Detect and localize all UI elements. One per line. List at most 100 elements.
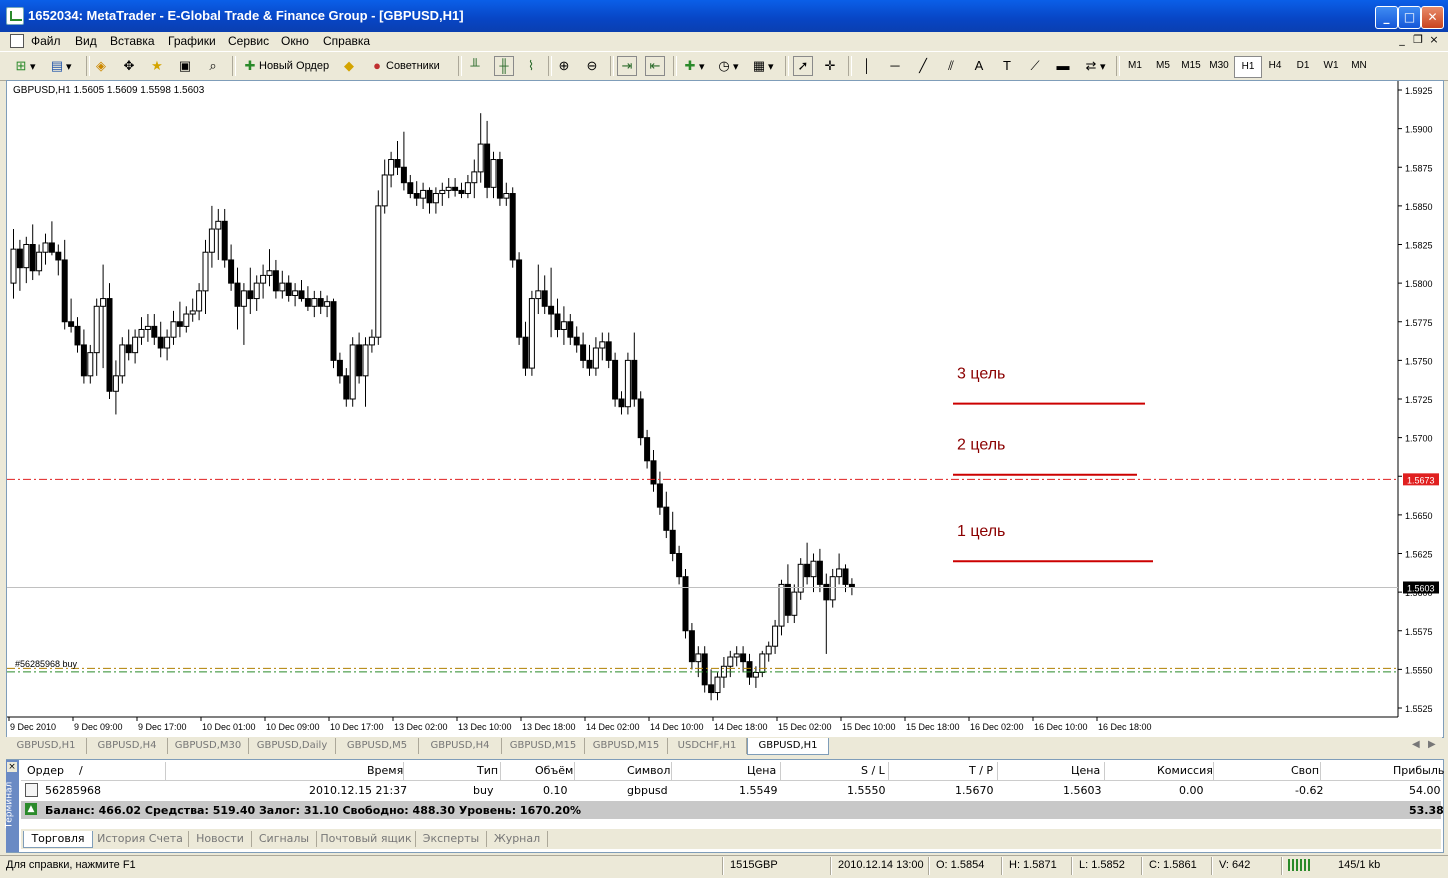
tf-m30[interactable]: M30	[1206, 56, 1232, 76]
tf-m5[interactable]: M5	[1150, 56, 1176, 76]
tab-trade[interactable]: Торговля	[23, 831, 93, 848]
col-current-price[interactable]: Цена	[1071, 764, 1100, 777]
tf-d1[interactable]: D1	[1290, 56, 1316, 76]
chart-tab[interactable]: GBPUSD,Daily	[249, 738, 336, 754]
profiles-button[interactable]: ▤ ▾	[48, 56, 72, 76]
col-order[interactable]: Ордер	[27, 764, 64, 777]
vertical-line-button[interactable]: │	[858, 56, 876, 76]
menu-charts[interactable]: Графики	[168, 34, 216, 48]
price-chart[interactable]: GBPUSD,H1 1.5605 1.5609 1.5598 1.5603 1.…	[7, 81, 1443, 737]
bull-candle	[836, 568, 843, 578]
new-order-button[interactable]: ✚ Новый Ордер	[241, 56, 330, 76]
menu-insert[interactable]: Вставка	[110, 34, 155, 48]
col-tp[interactable]: T / P	[969, 764, 993, 777]
fibo-fan-button[interactable]: ⟋	[1026, 56, 1044, 76]
balance-profit: 53.38	[1409, 804, 1444, 817]
cursor-button[interactable]: ➚	[793, 56, 813, 76]
horizontal-line-button[interactable]: ─	[886, 56, 904, 76]
fibonacci-button[interactable]: ⫽	[942, 56, 960, 76]
chart-tab[interactable]: GBPUSD,H4	[419, 738, 502, 754]
menu-window[interactable]: Окно	[281, 34, 309, 48]
rectangle-button[interactable]: ▬	[1054, 56, 1072, 76]
bull-candle	[599, 341, 606, 349]
col-profit[interactable]: Прибыль	[1393, 764, 1444, 777]
new-chart-button[interactable]: ⊞ ▾	[12, 56, 36, 76]
chart-tab[interactable]: GBPUSD,M15	[585, 738, 668, 754]
periods-button[interactable]: ◷ ▾	[715, 56, 738, 76]
bear-candle	[48, 242, 55, 253]
metaeditor-button[interactable]: ◆	[340, 56, 358, 76]
menu-help[interactable]: Справка	[323, 34, 370, 48]
col-volume[interactable]: Объём	[535, 764, 573, 777]
tab-signals[interactable]: Сигналы	[252, 831, 317, 847]
maximize-button[interactable]: □	[1398, 6, 1421, 29]
auto-scroll-button[interactable]: ⇥	[617, 56, 637, 76]
tab-scroll-left-icon[interactable]: ◀	[1412, 739, 1420, 750]
chart-tab[interactable]: GBPUSD,M15	[502, 738, 585, 754]
candlestick-button[interactable]: ╫	[494, 56, 514, 76]
text-label-button[interactable]: T	[998, 56, 1016, 76]
tf-h4[interactable]: H4	[1262, 56, 1288, 76]
favorites-button[interactable]: ★	[148, 56, 166, 76]
chart-tab-active[interactable]: GBPUSD,H1	[747, 738, 829, 755]
take-profit-badge-text: 1.5673	[1407, 475, 1435, 485]
tab-account-history[interactable]: История Счета	[92, 831, 189, 847]
menu-file[interactable]: Файл	[31, 34, 61, 48]
expert-advisors-button[interactable]: ● Советники	[368, 56, 440, 76]
chart-tab[interactable]: GBPUSD,H4	[87, 738, 168, 754]
templates-button[interactable]: ▦ ▾	[750, 56, 774, 76]
indicators-button[interactable]: ✚ ▾	[681, 56, 705, 76]
terminal-button[interactable]: ▣	[176, 56, 194, 76]
menu-view[interactable]: Вид	[75, 34, 97, 48]
line-chart-button[interactable]: ⌇	[522, 56, 540, 76]
col-sl[interactable]: S / L	[861, 764, 885, 777]
trendline-button[interactable]: ╱	[914, 56, 932, 76]
col-symbol[interactable]: Символ	[627, 764, 670, 777]
chart-shift-button[interactable]: ⇤	[645, 56, 665, 76]
x-tick-label: 10 Dec 17:00	[330, 722, 384, 732]
bull-candle	[183, 313, 190, 327]
chart-tab[interactable]: GBPUSD,M30	[168, 738, 249, 754]
mdi-close-icon[interactable]: ×	[1427, 33, 1441, 47]
menu-tools[interactable]: Сервис	[228, 34, 269, 48]
status-traffic: 145/1 kb	[1338, 859, 1381, 871]
col-time[interactable]: Время	[367, 764, 403, 777]
tab-scroll-right-icon[interactable]: ▶	[1428, 739, 1436, 750]
tab-experts[interactable]: Эксперты	[416, 831, 487, 847]
chart-tab[interactable]: USDCHF,H1	[668, 738, 747, 754]
col-commission[interactable]: Комиссия	[1157, 764, 1213, 777]
chart-tab[interactable]: GBPUSD,H1	[6, 738, 87, 754]
col-swap[interactable]: Своп	[1291, 764, 1319, 777]
col-type[interactable]: Тип	[477, 764, 498, 777]
navigator-button[interactable]: ✥	[120, 56, 138, 76]
tab-news[interactable]: Новости	[189, 831, 252, 847]
text-button[interactable]: A	[970, 56, 988, 76]
tester-button[interactable]: ⌕	[204, 56, 222, 76]
tab-mailbox[interactable]: Почтовый ящик	[317, 831, 416, 847]
tf-w1[interactable]: W1	[1318, 56, 1344, 76]
bar-chart-button[interactable]: ╨	[466, 56, 484, 76]
chart-window[interactable]: GBPUSD,H1 1.5605 1.5609 1.5598 1.5603 1.…	[6, 80, 1444, 738]
tf-m15[interactable]: M15	[1178, 56, 1204, 76]
zoom-in-button[interactable]: ⊕	[555, 56, 573, 76]
bull-candle	[695, 653, 702, 663]
chart-tab[interactable]: GBPUSD,M5	[336, 738, 419, 754]
order-row[interactable]: 56285968 2010.12.15 21:37 buy 0.10 gbpus…	[21, 781, 1441, 799]
terminal-close-icon[interactable]: ×	[7, 762, 17, 772]
zoom-out-button[interactable]: ⊖	[583, 56, 601, 76]
market-watch-button[interactable]: ◈	[92, 56, 110, 76]
crosshair-button[interactable]: ✛	[821, 56, 839, 76]
bull-candle	[560, 321, 567, 330]
mdi-restore-icon[interactable]: ❐	[1411, 33, 1425, 47]
minimize-button[interactable]: _	[1375, 6, 1398, 29]
mdi-minimize-icon[interactable]: _	[1395, 33, 1409, 47]
arrows-button[interactable]: ⇄ ▾	[1082, 56, 1106, 76]
col-price[interactable]: Цена	[747, 764, 776, 777]
tf-m1[interactable]: M1	[1122, 56, 1148, 76]
bear-candle	[298, 290, 305, 300]
bear-candle	[688, 630, 695, 663]
tf-mn[interactable]: MN	[1346, 56, 1372, 76]
tf-h1[interactable]: H1	[1234, 56, 1262, 78]
close-button[interactable]: ✕	[1421, 6, 1444, 29]
tab-journal[interactable]: Журнал	[487, 831, 548, 847]
